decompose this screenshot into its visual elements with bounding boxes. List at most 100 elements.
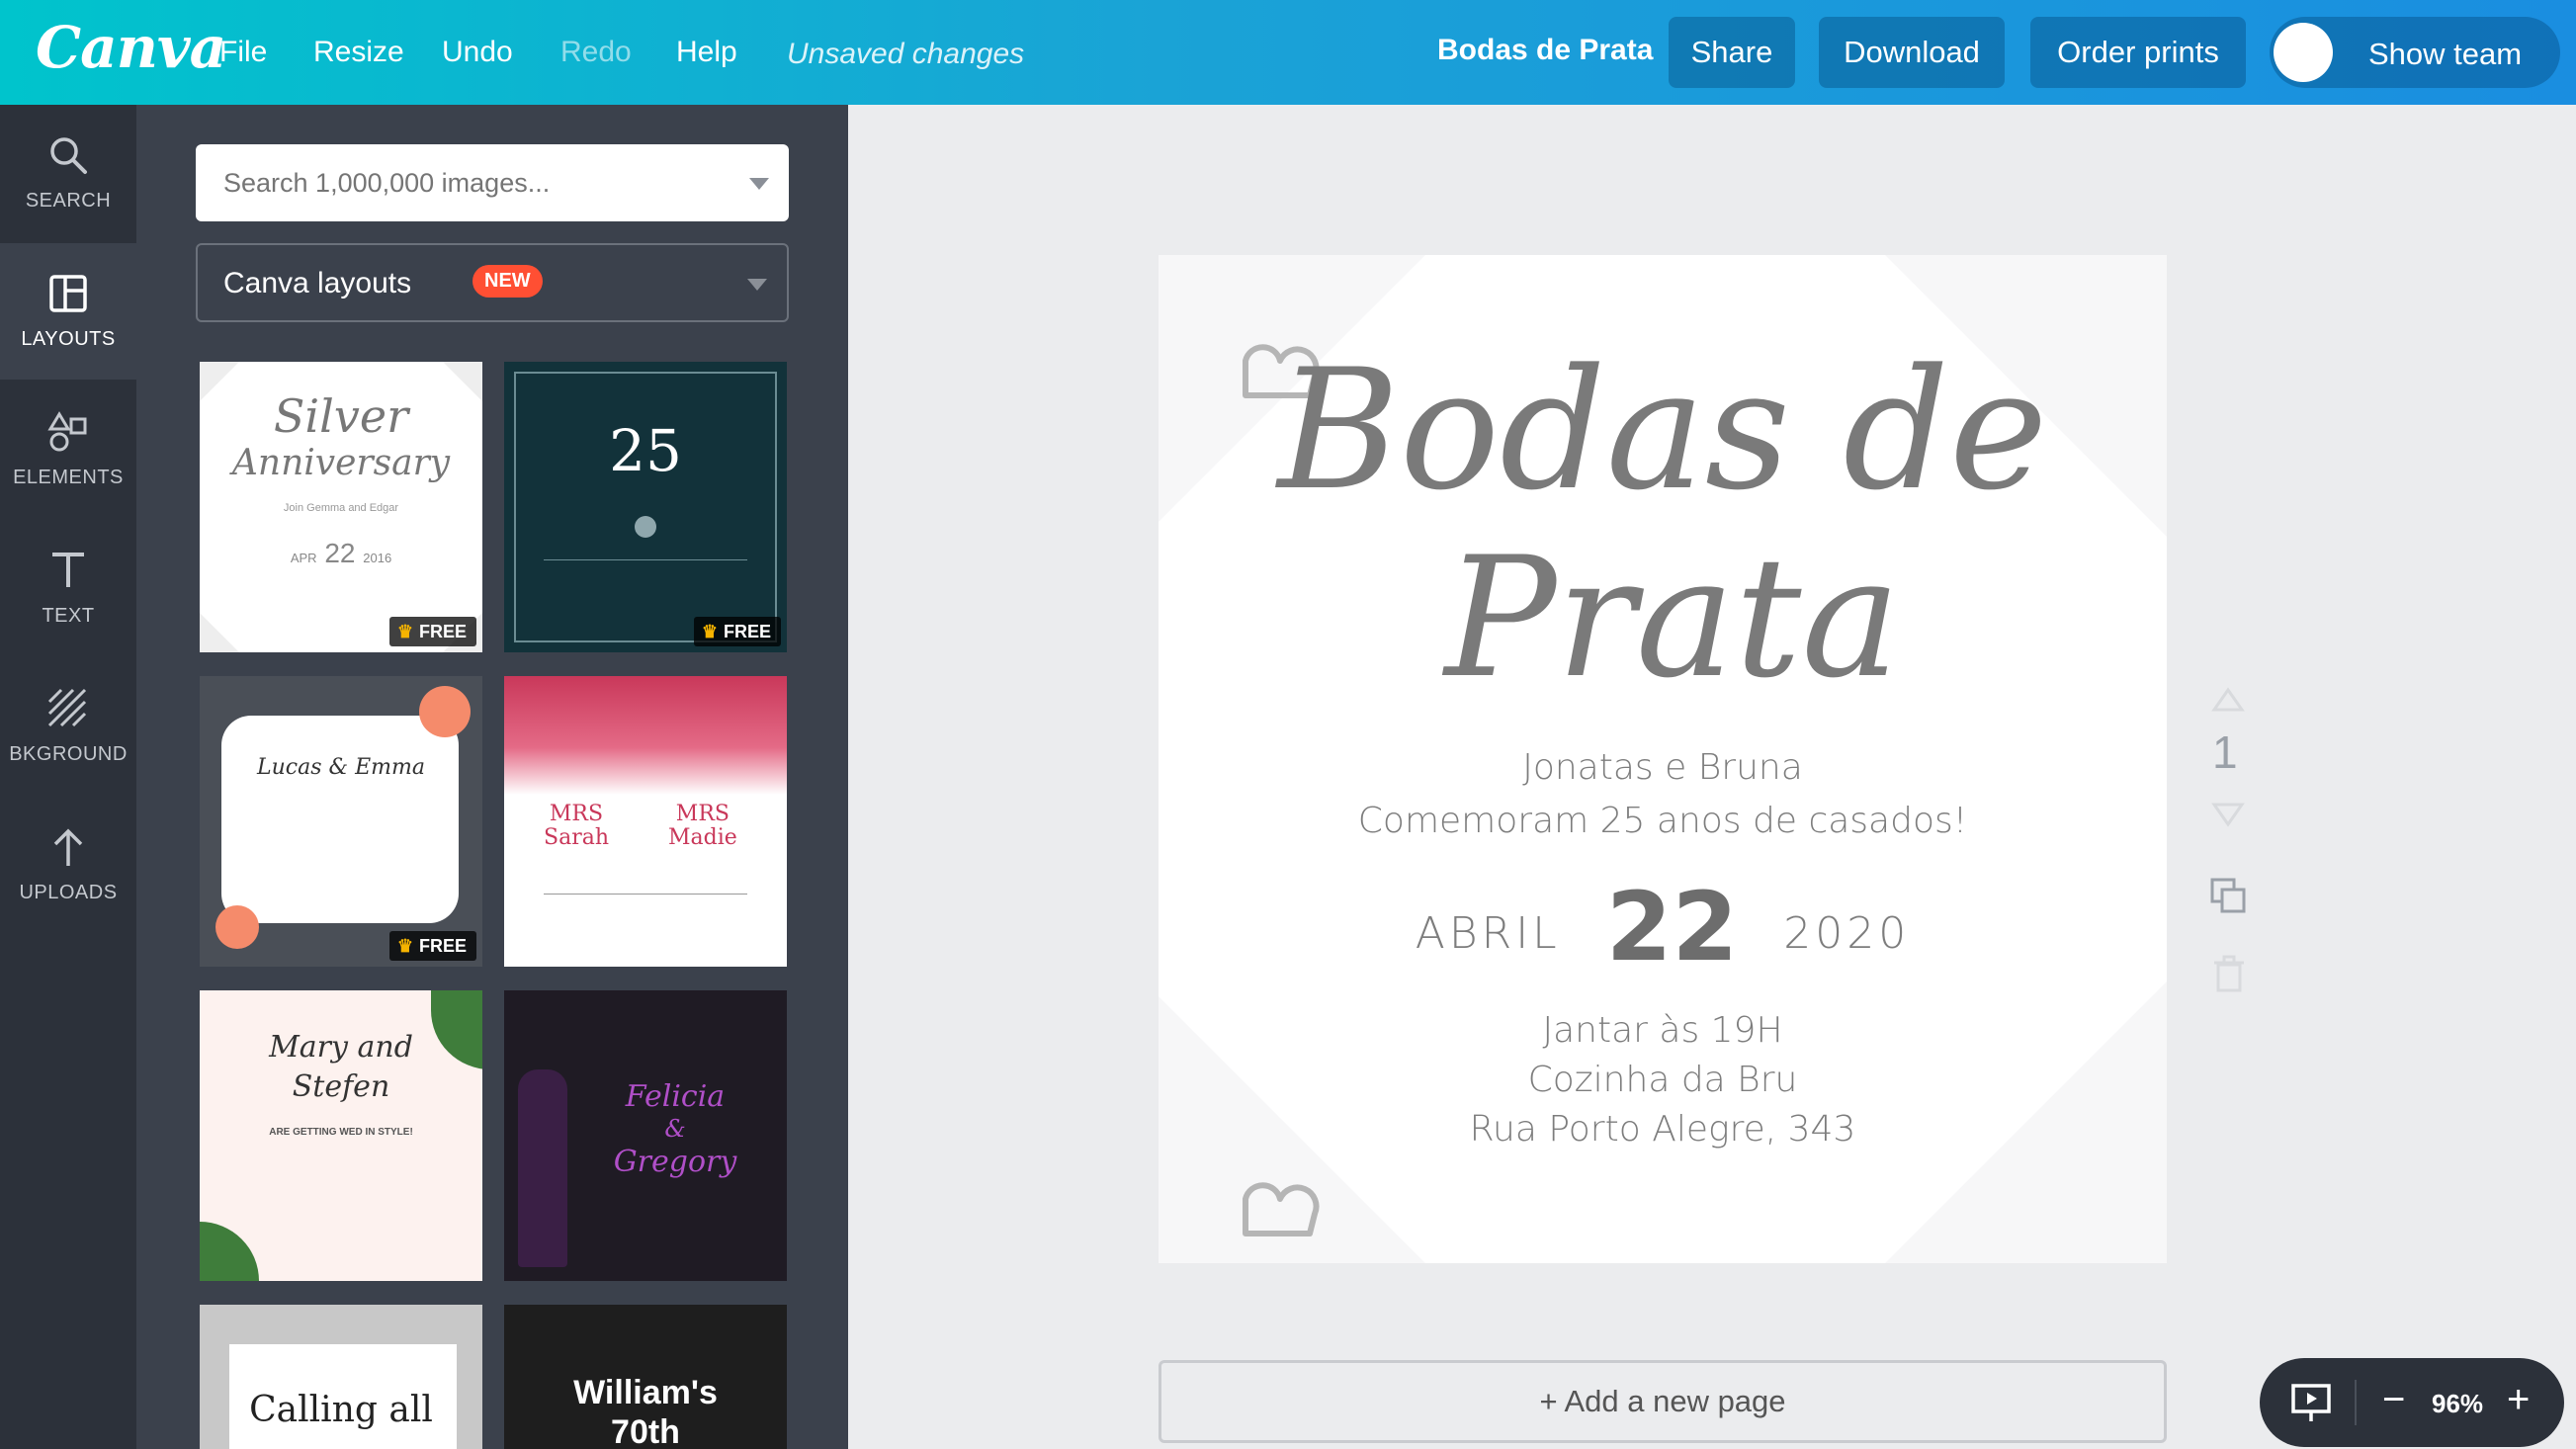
search-icon [50,137,87,174]
crown-icon: ♛ [396,621,413,641]
design-title-line2[interactable]: Prata [1159,524,2167,712]
move-page-up-icon[interactable] [2210,686,2246,714]
zoom-level[interactable]: 96% [2432,1389,2483,1419]
image-search-input[interactable] [223,164,718,202]
thumb-title: Silver [273,389,409,443]
flower-icon [215,905,259,949]
layout-thumb-felicia-gregory[interactable]: Felicia & Gregory [504,990,787,1281]
design-title-line1[interactable]: Bodas de [1159,336,2167,524]
divider [544,559,747,560]
side-nav: SEARCH LAYOUTS ELEMENTS TEXT BKGROUND UP… [0,105,136,1449]
thumb-title: Gregory [613,1145,737,1179]
chevron-down-icon[interactable] [749,178,769,190]
layout-select[interactable]: Canva layouts NEW [196,243,789,322]
thumb-title: MRS Sarah [544,802,609,850]
free-badge: ♛ FREE [388,617,476,646]
download-button[interactable]: Download [1819,17,2005,88]
crown-icon: ♛ [396,935,413,956]
date-month: ABRIL [1415,908,1561,959]
thumb-title: Anniversary [231,443,451,483]
thumb-title: Stefen [292,1069,390,1104]
design-page[interactable]: Bodas de Prata Jonatas e Bruna Comemoram… [1159,255,2167,1263]
move-page-down-icon[interactable] [2210,801,2246,828]
menu-redo[interactable]: Redo [560,36,632,69]
flower-icon [419,686,471,737]
nav-uploads[interactable]: UPLOADS [0,797,136,933]
nav-elements[interactable]: ELEMENTS [0,382,136,518]
design-date[interactable]: ABRIL 22 2020 [1159,872,2167,982]
divider [2355,1380,2357,1425]
design-line1[interactable]: Jantar às 19H [1159,1010,2167,1051]
crown-icon: ♛ [701,621,718,641]
thumb-card [221,716,459,923]
thumb-title: Felicia [625,1079,726,1114]
thumb-title: Lucas & Emma [257,755,425,780]
layout-thumb-calling-all[interactable]: Calling all [200,1305,482,1449]
layout-thumb-mary-stefen[interactable]: Mary and Stefen ARE GETTING WED IN STYLE… [200,990,482,1281]
text-icon [52,553,84,587]
design-names[interactable]: Jonatas e Bruna [1159,747,2167,788]
top-bar: Canva File Resize Undo Redo Help Unsaved… [0,0,2576,105]
document-title[interactable]: Bodas de Prata [1437,34,1653,67]
nav-layouts[interactable]: LAYOUTS [0,243,136,380]
layout-thumb-william-70th[interactable]: William's 70th [504,1305,787,1449]
layout-select-label: Canva layouts [223,267,412,299]
layouts-icon [49,275,87,312]
floral-banner [504,676,787,795]
order-prints-button[interactable]: Order prints [2030,17,2246,88]
thumb-dot [635,516,656,538]
zoom-controls: − 96% + [2260,1358,2564,1447]
add-page-button[interactable]: + Add a new page [1159,1360,2167,1443]
delete-page-icon[interactable] [2212,955,2246,994]
thumb-title: Mary and [269,1030,413,1065]
zoom-in-button[interactable]: + [2507,1378,2530,1422]
menu-help[interactable]: Help [676,36,737,69]
nav-search-label: SEARCH [25,190,112,212]
design-line3[interactable]: Rua Porto Alegre, 343 [1159,1109,2167,1150]
free-badge: ♛ FREE [388,931,476,961]
menu-file[interactable]: File [219,36,267,69]
copy-page-icon[interactable] [2208,876,2248,915]
background-icon [47,688,87,727]
thumb-title: Calling all [249,1390,433,1430]
nav-uploads-label: UPLOADS [19,882,118,903]
share-button[interactable]: Share [1669,17,1795,88]
page-number: 1 [2212,726,2238,778]
layout-thumb-silver-anniversary[interactable]: Silver Anniversary Join Gemma and Edgar … [200,362,482,652]
nav-layouts-label: LAYOUTS [21,328,116,350]
nav-text-label: TEXT [42,605,95,627]
nav-background[interactable]: BKGROUND [0,658,136,795]
new-badge: NEW [472,265,543,298]
layout-thumb-mrs-mrs[interactable]: MRS Sarah MRS Madie [504,676,787,967]
heart-icon [1243,1182,1320,1236]
nav-text[interactable]: TEXT [0,520,136,656]
nav-background-label: BKGROUND [9,743,128,765]
thumb-title: William's [573,1374,718,1411]
nav-search[interactable]: SEARCH [0,105,136,241]
elements-icon [47,411,87,452]
team-avatar [2274,23,2333,82]
thumb-frame [514,372,777,642]
menu-undo[interactable]: Undo [442,36,513,69]
layout-thumb-25-anniversary[interactable]: 25 ♛ FREE [504,362,787,652]
show-team-button[interactable]: Show team [2270,17,2560,88]
menu-resize[interactable]: Resize [313,36,404,69]
chevron-down-icon [747,279,767,291]
leaf-icon [200,1222,259,1281]
divider [544,894,747,895]
present-icon[interactable] [2289,1382,2333,1425]
design-line2[interactable]: Cozinha da Bru [1159,1060,2167,1100]
thumb-title: MRS Madie [668,802,737,850]
design-subtitle[interactable]: Comemoram 25 anos de casados! [1159,801,2167,841]
free-badge: ♛ FREE [693,617,781,646]
layouts-panel: Canva layouts NEW Silver Anniversary Joi… [136,105,848,1449]
save-status: Unsaved changes [787,38,1025,70]
thumb-sub: ARE GETTING WED IN STYLE! [269,1127,413,1138]
date-day: 22 [1605,872,1739,982]
nav-elements-label: ELEMENTS [13,467,124,488]
zoom-out-button[interactable]: − [2382,1378,2405,1422]
upload-icon [53,828,83,866]
canva-logo[interactable]: Canva [36,14,226,81]
layout-thumb-lucas-emma[interactable]: Lucas & Emma ♛ FREE [200,676,482,967]
image-search[interactable] [196,144,789,221]
